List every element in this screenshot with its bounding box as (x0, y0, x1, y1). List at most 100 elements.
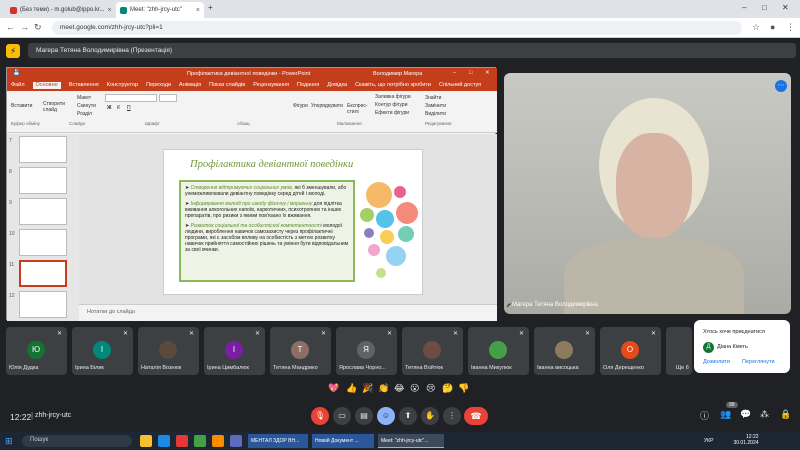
arrange-button[interactable]: Упорядкувати (311, 103, 345, 109)
meet-bolt-icon[interactable]: ⚡ (6, 44, 20, 58)
present-button[interactable]: ⬆ (399, 407, 417, 425)
notes-pane[interactable]: Нотатки до слайда (79, 304, 497, 321)
more-options-button[interactable]: ⋮ (443, 407, 461, 425)
quick-styles-button[interactable]: Експрес-стилі (347, 103, 375, 115)
more-participants-tile[interactable]: Ще 6 (666, 327, 692, 375)
menu-dots-icon[interactable]: ⋮ (786, 22, 795, 33)
reset-button[interactable]: Скинути (77, 103, 96, 109)
new-tab-icon[interactable]: + (208, 3, 213, 12)
reaction-sad[interactable]: 😢 (426, 383, 435, 394)
back-icon[interactable]: ← (6, 22, 15, 32)
slide-thumbnail[interactable] (19, 136, 67, 163)
activities-icon[interactable]: ⁂ (760, 409, 769, 420)
window-close-icon[interactable]: ✕ (782, 3, 789, 12)
view-button[interactable]: Переглянути (742, 359, 775, 365)
participant-tile[interactable]: О ✕ Оля Дерещенко (600, 327, 661, 375)
reaction-thinking[interactable]: 🤔 (442, 383, 453, 394)
forward-icon[interactable]: → (20, 22, 29, 32)
slide-canvas[interactable]: Профілактика девіантної поведінки ➤ Ство… (163, 149, 423, 295)
shape-outline-button[interactable]: Контур фігури (375, 102, 407, 108)
close-icon[interactable]: × (196, 7, 200, 14)
menu-help[interactable]: Довідка (327, 82, 347, 89)
shape-fill-button[interactable]: Заливка фігури (375, 94, 411, 100)
close-icon[interactable]: ✕ (485, 70, 490, 76)
reactions-button[interactable]: ☺ (377, 407, 395, 425)
app-icon[interactable] (176, 435, 188, 447)
edge-icon[interactable] (158, 435, 170, 447)
share-button[interactable]: Спільний доступ (439, 82, 481, 89)
menu-view[interactable]: Подання (297, 82, 319, 89)
underline-button[interactable]: П (127, 105, 131, 111)
close-icon[interactable]: × (108, 7, 112, 14)
slide-text-box[interactable]: ➤ Створення відтримуючих соціальних умов… (179, 180, 355, 282)
reaction-surprised[interactable]: 😮 (410, 383, 419, 394)
chrome-icon[interactable] (194, 435, 206, 447)
camera-toggle-button[interactable]: ▭ (333, 407, 351, 425)
menu-review[interactable]: Рецензування (253, 82, 289, 89)
people-icon[interactable]: 👥 (720, 409, 731, 420)
slide-thumbnail[interactable] (19, 167, 67, 194)
participant-tile[interactable]: ✕ Наталія Вознюк (138, 327, 199, 375)
find-button[interactable]: Знайти (425, 95, 441, 101)
reaction-laugh[interactable]: 😂 (394, 383, 405, 394)
participant-tile[interactable]: ✕ Тетяна Войтюк (402, 327, 463, 375)
font-size-select[interactable] (159, 94, 177, 102)
browser-tab-mail[interactable]: (Без теми) - m.golub@ippo.kr... × (6, 2, 114, 18)
reaction-party[interactable]: 🎉 (362, 383, 373, 394)
layout-button[interactable]: Макет (77, 95, 91, 101)
raise-hand-button[interactable]: ✋ (421, 407, 439, 425)
mic-toggle-button[interactable]: 🎙 (311, 407, 329, 425)
reaction-thumbs-down[interactable]: 👎 (458, 383, 469, 394)
menu-design[interactable]: Конструктор (107, 82, 138, 89)
paste-button[interactable]: Вставити (11, 103, 32, 109)
shape-effects-button[interactable]: Ефекти фігури (375, 110, 409, 116)
participant-tile[interactable]: ✕ Іванна Микулюк (468, 327, 529, 375)
maximize-icon[interactable]: □ (762, 3, 767, 12)
menu-file[interactable]: Файл (11, 82, 25, 89)
menu-insert[interactable]: Вставлення (69, 82, 99, 89)
menu-transitions[interactable]: Переходи (146, 82, 171, 89)
profile-icon[interactable]: ● (770, 22, 775, 32)
minimize-icon[interactable]: – (453, 70, 456, 76)
app-icon[interactable] (230, 435, 242, 447)
host-controls-icon[interactable]: 🔒 (780, 409, 791, 420)
section-button[interactable]: Розділ (77, 111, 92, 117)
language-indicator[interactable]: УКР (704, 438, 713, 444)
slide-thumbnail-selected[interactable] (19, 260, 67, 287)
shapes-button[interactable]: Фігури (293, 103, 308, 109)
participant-tile[interactable]: Я ✕ Ярослава Чорно... (336, 327, 397, 375)
select-button[interactable]: Виділити (425, 111, 446, 117)
url-field[interactable]: meet.google.com/zhh-jrcy-utc?pli=1 (52, 21, 742, 35)
browser-tab-meet[interactable]: Meet: "zhh-jrcy-utc" × (116, 2, 204, 18)
windows-start-icon[interactable]: ⊞ (5, 436, 13, 447)
taskbar-word-task[interactable]: Новий Документ ... (312, 434, 374, 448)
slide-thumbnail[interactable] (19, 291, 67, 318)
bold-button[interactable]: Ж (107, 105, 112, 111)
minimize-icon[interactable]: – (742, 3, 746, 12)
reload-icon[interactable]: ↻ (34, 22, 42, 33)
new-slide-button[interactable]: Створити слайд (43, 101, 67, 113)
tell-me-field[interactable]: Скажіть, що потрібно зробити (355, 82, 431, 89)
menu-home[interactable]: Основне (32, 82, 61, 89)
maximize-icon[interactable]: □ (469, 70, 472, 76)
allow-button[interactable]: Дозволити (703, 359, 730, 365)
info-icon[interactable]: ⓘ (700, 409, 709, 422)
menu-slideshow[interactable]: Показ слайдів (209, 82, 245, 89)
app-icon[interactable] (212, 435, 224, 447)
taskbar-search[interactable]: Пошук (22, 435, 132, 447)
bookmark-star-icon[interactable]: ☆ (752, 22, 760, 33)
reaction-clap[interactable]: 👏 (378, 383, 389, 394)
reaction-heart[interactable]: 💖 (328, 383, 339, 394)
participant-tile[interactable]: Т ✕ Тетяна Мандрико (270, 327, 331, 375)
leave-call-button[interactable]: ☎ (464, 407, 488, 425)
taskbar-chrome-task[interactable]: Meet: "zhh-jrcy-utc"... (378, 434, 444, 448)
participant-tile[interactable]: ✕ Іванна висоцька (534, 327, 595, 375)
reaction-thumbs-up[interactable]: 👍 (346, 383, 357, 394)
italic-button[interactable]: К (117, 105, 120, 111)
captions-button[interactable]: ▤ (355, 407, 373, 425)
slide-thumbnail[interactable] (19, 229, 67, 256)
taskbar-word-task[interactable]: МЕНТАЛ ЗДОР ВН... (248, 434, 308, 448)
slide-thumbnail[interactable] (19, 198, 67, 225)
more-options-icon[interactable]: ⋯ (775, 80, 787, 92)
participant-tile[interactable]: І ✕ Ірина Цимбалюк (204, 327, 265, 375)
